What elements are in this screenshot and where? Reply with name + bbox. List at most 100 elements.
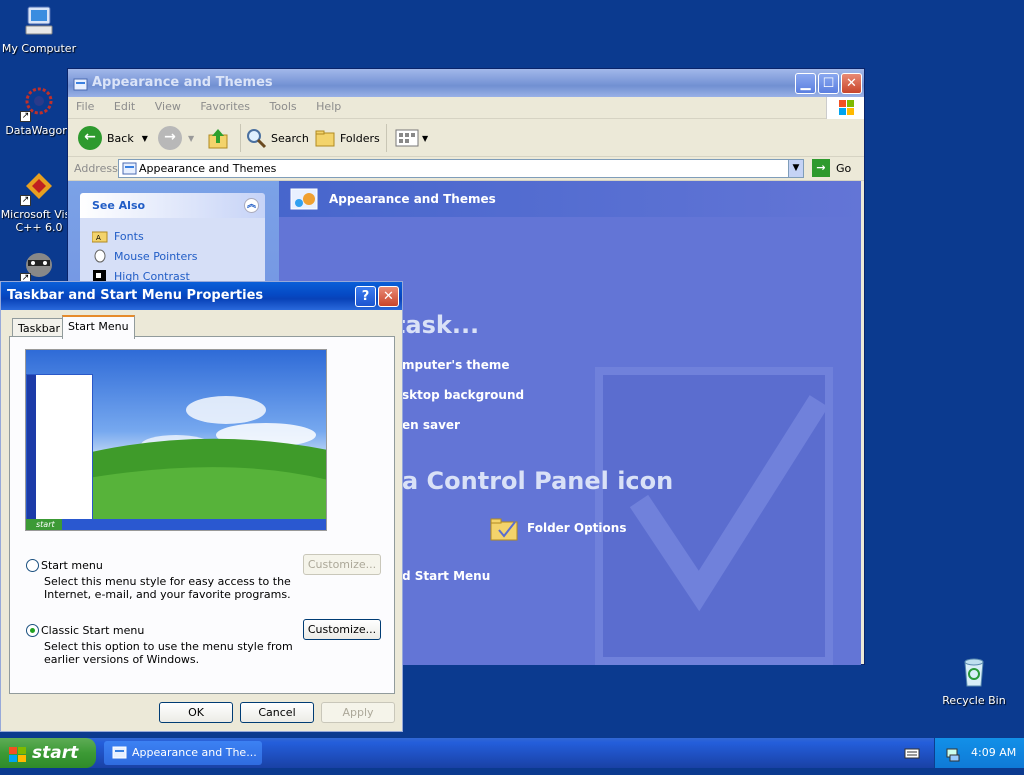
see-also-item-fonts[interactable]: A Fonts <box>91 226 253 246</box>
taskbar-item-appearance-themes[interactable]: Appearance and The... <box>104 741 262 765</box>
clock[interactable]: 4:09 AM <box>971 738 1016 768</box>
dialog-close-button[interactable]: ✕ <box>378 286 399 307</box>
menu-favorites[interactable]: Favorites <box>192 97 258 116</box>
see-also-title: See Also <box>92 199 146 212</box>
back-button[interactable]: ← Back ▼ <box>78 124 148 152</box>
explorer-title: Appearance and Themes <box>92 75 273 90</box>
customize-start-menu-button: Customize... <box>303 554 381 575</box>
customize-classic-button[interactable]: Customize... <box>303 619 381 640</box>
menu-edit[interactable]: Edit <box>106 97 143 116</box>
shortcut-arrow-icon: ↗ <box>20 195 31 206</box>
folder-options-label: Folder Options <box>527 521 627 535</box>
mouse-icon <box>92 249 108 263</box>
search-button[interactable]: Search <box>240 124 309 152</box>
control-panel-icon <box>122 161 137 181</box>
close-button[interactable]: ✕ <box>841 73 862 94</box>
windows-logo-icon <box>826 97 864 119</box>
back-arrow-icon: ← <box>78 126 102 150</box>
desktop-icon-label-line1: Microsoft Visu <box>0 208 78 221</box>
start-button[interactable]: start <box>0 738 96 768</box>
desktop-icon-recycle-bin[interactable]: Recycle Bin <box>935 656 1013 707</box>
explorer-titlebar[interactable]: Appearance and Themes ▁ ☐ ✕ <box>68 69 864 97</box>
go-button[interactable]: → Go <box>812 159 851 177</box>
classic-start-menu-option-label[interactable]: Classic Start menu <box>41 624 144 637</box>
forward-button[interactable]: → ▼ <box>158 124 194 152</box>
task-choose-screensaver[interactable]: en saver <box>402 418 460 432</box>
desktop-icon-label: DataWagon. <box>5 124 73 137</box>
folders-label: Folders <box>340 131 380 145</box>
address-value: Appearance and Themes <box>139 162 277 175</box>
folders-icon <box>315 130 335 147</box>
classic-desc-line1: Select this option to use the menu style… <box>44 640 293 653</box>
taskbar-item-label: Appearance and The... <box>132 746 257 759</box>
address-dropdown-button[interactable]: ▼ <box>788 160 803 177</box>
preview-taskbar: start <box>26 519 326 530</box>
menu-tools[interactable]: Tools <box>262 97 305 116</box>
shortcut-arrow-icon: ↗ <box>20 111 31 122</box>
content-header-title: Appearance and Themes <box>329 192 496 206</box>
start-menu-option-label[interactable]: Start menu <box>41 559 103 572</box>
see-also-label: Fonts <box>114 229 144 243</box>
toolbar: ← Back ▼ → ▼ Search Folders ▼ <box>68 119 864 157</box>
keyboard-icon[interactable] <box>904 746 920 763</box>
chevron-down-icon: ▼ <box>188 133 195 143</box>
address-input[interactable]: Appearance and Themes ▼ <box>118 159 804 178</box>
desktop-icon-my-computer[interactable]: My Computer <box>0 4 78 55</box>
network-icon[interactable] <box>945 745 961 775</box>
classic-start-menu-radio[interactable] <box>26 624 39 637</box>
minimize-button[interactable]: ▁ <box>795 73 816 94</box>
menu-help[interactable]: Help <box>308 97 349 116</box>
preview-start-button: start <box>26 519 62 530</box>
see-also-item-mouse-pointers[interactable]: Mouse Pointers <box>92 246 253 266</box>
see-also-header[interactable]: See Also ︽ <box>80 193 265 218</box>
desktop-icon-label: My Computer <box>1 42 77 55</box>
classic-desc-line2: earlier versions of Windows. <box>44 653 200 666</box>
task-change-theme[interactable]: mputer's theme <box>402 358 509 372</box>
folders-button[interactable]: Folders <box>314 124 380 152</box>
windows-flag-icon <box>8 744 28 774</box>
appearance-themes-icon <box>289 185 321 229</box>
apply-button: Apply <box>321 702 395 723</box>
help-button[interactable]: ? <box>355 286 376 307</box>
dialog-title: Taskbar and Start Menu Properties <box>7 288 264 303</box>
folder-options-icon <box>490 518 518 541</box>
maximize-button[interactable]: ☐ <box>818 73 839 94</box>
menu-view[interactable]: View <box>147 97 189 116</box>
start-menu-desc-line2: Internet, e-mail, and your favorite prog… <box>44 588 291 601</box>
desktop-icon-label-line2: C++ 6.0 <box>15 221 63 234</box>
preview-side-strip <box>27 375 36 521</box>
start-menu-desc-line1: Select this menu style for easy access t… <box>44 575 291 588</box>
address-bar: Address Appearance and Themes ▼ → Go <box>68 157 864 181</box>
menubar: File Edit View Favorites Tools Help <box>68 97 864 119</box>
system-tray: 4:09 AM <box>934 738 1024 768</box>
svg-text:A: A <box>96 234 101 242</box>
pick-icon-heading: a Control Panel icon <box>402 467 674 495</box>
dialog-titlebar[interactable]: Taskbar and Start Menu Properties ? ✕ <box>1 282 402 310</box>
tab-start-menu[interactable]: Start Menu <box>62 315 135 339</box>
start-menu-radio[interactable] <box>26 559 39 572</box>
collapse-chevron-icon[interactable]: ︽ <box>244 198 259 213</box>
taskbar-properties-dialog: Taskbar and Start Menu Properties ? ✕ Ta… <box>0 281 403 732</box>
menu-file[interactable]: File <box>68 97 102 116</box>
datawagon-icon: ↗ <box>20 86 56 122</box>
views-icon <box>395 129 419 147</box>
tab-label: Start Menu <box>68 320 129 333</box>
go-arrow-icon: → <box>812 159 830 177</box>
folder-options-link[interactable]: Folder Options <box>489 514 626 542</box>
desktop-icon-label: Recycle Bin <box>942 694 1006 707</box>
see-also-label: Mouse Pointers <box>114 249 198 263</box>
see-also-panel: See Also ︽ A Fonts Mouse Pointers High C… <box>80 193 265 294</box>
content-header: Appearance and Themes <box>279 181 861 217</box>
up-button[interactable] <box>206 124 230 152</box>
views-button[interactable]: ▼ <box>386 124 428 152</box>
ok-button[interactable]: OK <box>159 702 233 723</box>
cancel-button[interactable]: Cancel <box>240 702 314 723</box>
forward-arrow-icon: → <box>158 126 182 150</box>
preview-start-menu-panel <box>26 374 93 521</box>
chevron-down-icon[interactable]: ▼ <box>142 134 148 143</box>
task-change-background[interactable]: sktop background <box>402 388 524 402</box>
taskbar-start-menu-link[interactable]: d Start Menu <box>402 569 490 583</box>
search-label: Search <box>271 131 309 145</box>
raccoon-icon: ↗ <box>20 248 56 284</box>
up-folder-icon <box>208 129 228 149</box>
